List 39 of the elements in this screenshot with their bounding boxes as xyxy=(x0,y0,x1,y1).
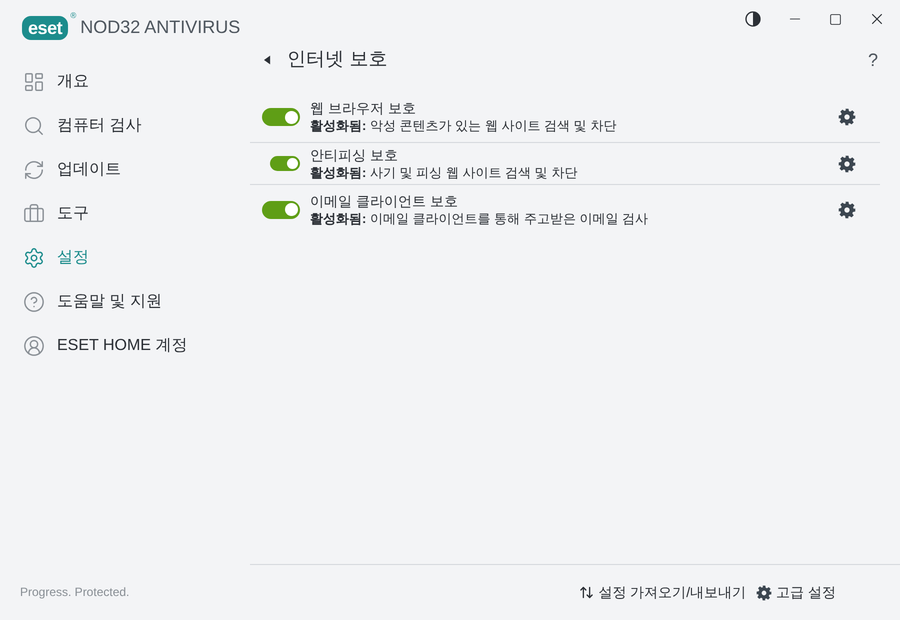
sidebar-item[interactable]: ESET HOME 계정 xyxy=(0,324,250,368)
feature-name: 안티피싱 보호 xyxy=(310,146,399,164)
toggle-switch[interactable] xyxy=(262,108,300,126)
user-icon xyxy=(23,335,45,357)
sidebar-item[interactable]: 업데이트 xyxy=(0,148,250,192)
panels-icon xyxy=(23,71,45,93)
logo-mark: eset xyxy=(22,16,68,40)
toggle-switch[interactable] xyxy=(270,156,300,171)
help-button[interactable]: ? xyxy=(868,46,878,74)
maximize-icon[interactable] xyxy=(829,12,842,26)
tagline: Progress. Protected. xyxy=(19,584,130,601)
page-title: 인터넷 보호 xyxy=(287,48,388,72)
feature-name: 웹 브라우저 보호 xyxy=(310,99,417,117)
briefcase-icon xyxy=(23,203,45,225)
refresh-icon xyxy=(23,159,45,181)
import-export-button[interactable]: 설정 가져오기/내보내기 xyxy=(579,582,746,603)
arrows-icon xyxy=(579,585,594,600)
sidebar-item[interactable]: 도움말 및 지원 xyxy=(0,280,250,324)
settings-icon[interactable] xyxy=(756,584,772,600)
back-icon[interactable] xyxy=(264,55,271,65)
feature-status: 활성화됨: 사기 및 피싱 웹 사이트 검색 및 차단 xyxy=(310,164,578,182)
feature-status: 활성화됨: 악성 콘텐츠가 있는 웹 사이트 검색 및 차단 xyxy=(310,117,618,135)
contrast-icon[interactable] xyxy=(745,11,761,27)
sidebar-item[interactable]: 컴퓨터 검사 xyxy=(0,104,250,148)
sidebar-item[interactable]: 도구 xyxy=(0,192,250,236)
feature-status: 활성화됨: 이메일 클라이언트를 통해 주고받은 이메일 검사 xyxy=(310,210,650,228)
settings-icon[interactable] xyxy=(838,154,856,172)
sidebar-item[interactable]: 개요 xyxy=(0,60,250,104)
search-icon xyxy=(23,115,45,137)
settings-icon xyxy=(23,247,45,269)
feature-name: 이메일 클라이언트 보호 xyxy=(310,192,459,210)
settings-icon[interactable] xyxy=(838,108,856,126)
settings-icon[interactable] xyxy=(838,200,856,218)
registered-mark: ® xyxy=(70,10,76,22)
sidebar-item[interactable]: 설정 xyxy=(0,236,250,280)
help-icon xyxy=(23,291,45,313)
product-name: NOD32 ANTIVIRUS xyxy=(80,16,240,39)
advanced-settings-button[interactable]: 고급 설정 xyxy=(756,582,836,603)
toggle-switch[interactable] xyxy=(262,200,300,218)
